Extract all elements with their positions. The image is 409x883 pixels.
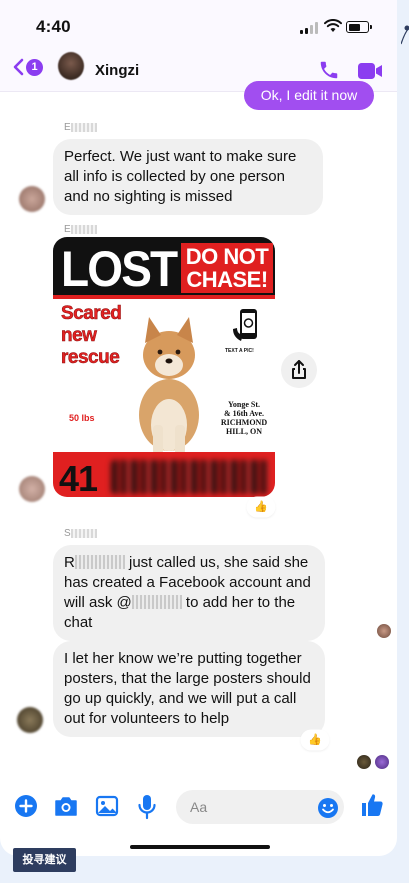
wifi-icon bbox=[324, 19, 342, 32]
poster-weight: 50 lbs bbox=[69, 413, 95, 423]
status-bar: 4:40 bbox=[0, 0, 397, 40]
dog-photo bbox=[139, 317, 199, 455]
contact-avatar[interactable] bbox=[58, 52, 84, 80]
message-input-placeholder: Aa bbox=[190, 799, 208, 815]
redacted-phone-number bbox=[111, 460, 269, 494]
thumbs-up-reaction[interactable]: 👍 bbox=[248, 498, 274, 516]
phone-screen: 4:40 1 Xingzi Ok, I edit it now E Perfec… bbox=[0, 0, 397, 856]
phone-camera-icon bbox=[233, 309, 257, 341]
emoji-icon[interactable] bbox=[317, 797, 339, 819]
message-input[interactable]: Aa bbox=[176, 790, 344, 824]
received-message[interactable]: Perfect. We just want to make sure all i… bbox=[53, 139, 323, 215]
sender-name: E bbox=[64, 122, 97, 133]
chevron-left-icon[interactable] bbox=[12, 58, 24, 76]
read-receipt-avatar bbox=[377, 624, 391, 638]
phone-icon[interactable] bbox=[318, 59, 340, 81]
redacted-mention bbox=[131, 595, 182, 609]
read-receipt-avatar bbox=[357, 755, 371, 769]
video-camera-icon[interactable] bbox=[357, 62, 383, 80]
plus-circle-icon[interactable] bbox=[14, 794, 38, 818]
status-time: 4:40 bbox=[36, 17, 71, 36]
thumbs-up-reaction[interactable]: 👍 bbox=[302, 731, 328, 749]
sender-name: S bbox=[64, 528, 97, 539]
home-indicator bbox=[130, 845, 270, 849]
share-button[interactable] bbox=[281, 352, 317, 388]
thumbs-up-icon[interactable] bbox=[360, 792, 384, 818]
poster-title: LOST bbox=[61, 241, 178, 297]
received-message[interactable]: R just called us, she said she has creat… bbox=[53, 545, 325, 641]
battery-level bbox=[348, 23, 360, 31]
message-composer: Aa bbox=[0, 782, 397, 832]
share-icon bbox=[292, 360, 306, 379]
lost-dog-poster-image[interactable]: LOST DO NOT CHASE! Scared new rescue TEX bbox=[53, 237, 275, 497]
poster-address: Yonge St. & 16th Ave. RICHMOND HILL, ON bbox=[220, 400, 268, 436]
sender-avatar[interactable] bbox=[19, 476, 45, 502]
poster-phone-strip: 41 bbox=[53, 452, 275, 497]
battery-icon bbox=[346, 21, 372, 33]
image-icon[interactable] bbox=[95, 794, 119, 818]
received-message[interactable]: I let her know we’re putting together po… bbox=[53, 641, 325, 737]
camera-icon[interactable] bbox=[53, 794, 79, 818]
poster-phone-number: 41 bbox=[59, 458, 98, 498]
redacted-name bbox=[74, 555, 125, 569]
signal-bars-icon bbox=[300, 22, 320, 34]
read-receipt-avatar bbox=[375, 755, 389, 769]
microphone-icon[interactable] bbox=[137, 794, 157, 820]
sent-message[interactable]: Ok, I edit it now bbox=[244, 81, 374, 110]
poster-scared-text: Scared new rescue bbox=[61, 303, 122, 369]
sender-avatar[interactable] bbox=[17, 707, 43, 733]
contact-name[interactable]: Xingzi bbox=[95, 62, 139, 79]
unread-badge[interactable]: 1 bbox=[26, 59, 43, 76]
sender-name: E bbox=[64, 224, 97, 235]
sender-avatar[interactable] bbox=[19, 186, 45, 212]
poster-text-pic: TEXT A PIC! bbox=[225, 348, 254, 354]
poster-do-not-chase: DO NOT CHASE! bbox=[181, 243, 273, 293]
edge-tab-icon bbox=[401, 25, 409, 45]
feedback-button[interactable]: 投寻建议 bbox=[13, 848, 76, 872]
